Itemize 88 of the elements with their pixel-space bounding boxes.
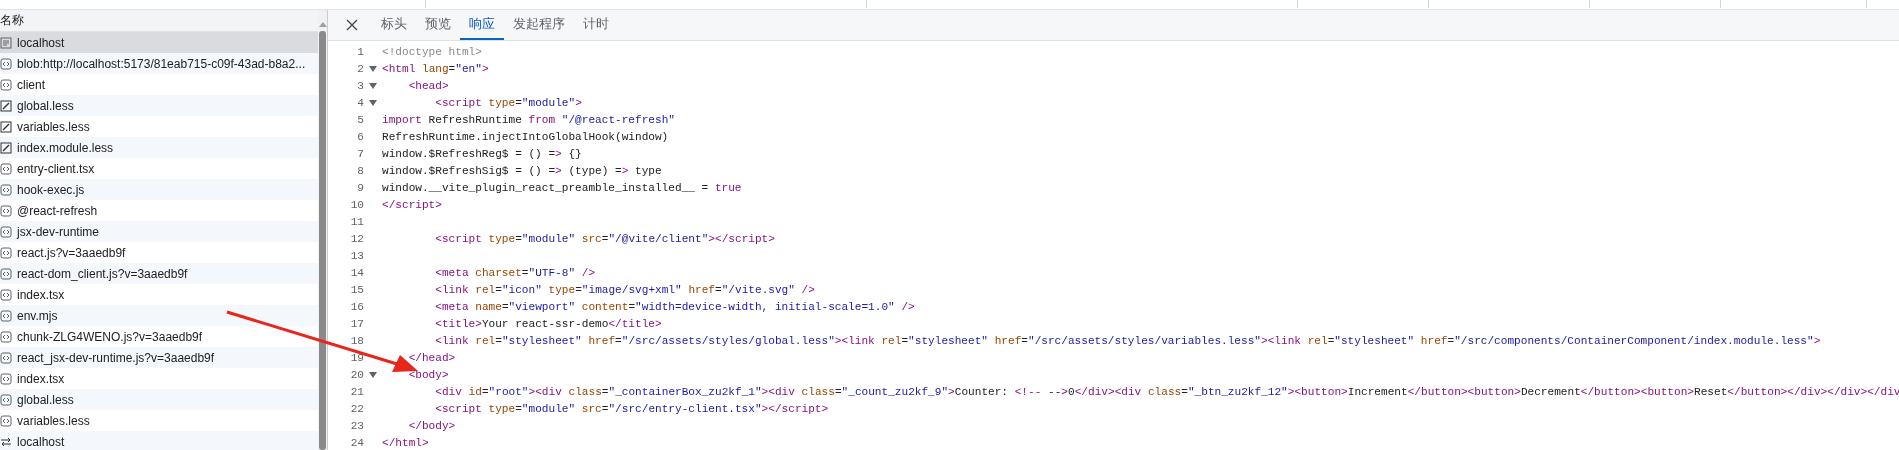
request-row[interactable]: index.module.less [0,137,318,158]
line-number: 8 [356,164,364,177]
fold-triangle-icon[interactable] [369,99,377,106]
code-line: import RefreshRuntime from "/@react-refresh" [382,113,675,126]
request-row[interactable]: jsx-dev-runtime [0,221,318,242]
line-number: 7 [356,147,364,160]
fold-triangle-icon[interactable] [369,82,377,89]
code-line: window.__vite_plugin_react_preamble_installed__ = true [382,181,742,194]
line-number: 14 [349,266,364,279]
request-row[interactable]: global.less [0,389,318,410]
request-row[interactable]: localhost [0,431,318,450]
code-icon [0,183,12,196]
edit-icon [0,120,12,133]
edit-icon [0,99,12,112]
line-number: 11 [349,215,364,228]
line-number: 19 [349,351,364,364]
code-line: RefreshRuntime.injectIntoGlobalHook(window) [382,130,669,143]
request-row[interactable]: env.mjs [0,305,318,326]
line-number: 9 [356,181,364,194]
code-line: <meta name="viewport" content="width=device-width, initial-scale=1.0" /> [434,300,915,313]
code-icon [0,204,12,217]
line-number: 18 [349,334,364,347]
request-row[interactable]: hook-exec.js [0,179,318,200]
edit-icon [0,141,12,154]
request-row[interactable]: react_jsx-dev-runtime.js?v=3aaedb9f [0,347,318,368]
scrollbar[interactable] [318,10,327,450]
line-number: 17 [349,317,364,330]
fold-triangle-icon[interactable] [369,65,377,72]
code-line: window.$RefreshSig$ = () => (type) => type [382,164,662,177]
code-icon [0,393,12,406]
line-number: 3 [356,79,364,92]
document-icon [0,36,12,49]
line-number: 10 [349,198,364,211]
code-icon [0,162,12,175]
line-number: 23 [349,419,364,432]
code-line: <script type="module" src="/src/entry-client.tsx"></script> [434,402,829,415]
code-line: <script type="module" src="/@vite/client"></script> [434,232,775,245]
request-row[interactable]: blob:http://localhost:5173/81eab715-c09f-43ad-b8a2... [0,53,318,74]
request-row[interactable]: react-dom_client.js?v=3aaedb9f [0,263,318,284]
code-icon [0,78,12,91]
code-icon [0,246,12,259]
code-icon [0,414,12,427]
line-number: 12 [349,232,364,245]
code-icon [0,225,12,238]
code-icon [0,288,12,301]
line-number: 2 [356,62,364,75]
code-icon [0,57,12,70]
line-number: 1 [356,45,364,58]
tab[interactable]: 响应 [460,10,504,40]
code-line: <link rel="stylesheet" href="/src/assets/styles/global.less"><link rel="stylesheet" href="/src/assets/styles/variables.less"><link rel="stylesheet" href="/src/components/ContainerComponent/index.module.less"> [434,334,1821,347]
code-icon [0,351,12,364]
tab[interactable]: 发起程序 [504,10,574,40]
request-row[interactable]: global.less [0,95,318,116]
code-line: <link rel="icon" type="image/svg+xml" href="/vite.svg" /> [434,283,815,296]
arrows-icon [0,435,12,448]
code-icon [0,267,12,280]
close-icon [346,19,358,31]
code-line: <title>Your react-ssr-demo</title> [434,317,662,330]
fold-triangle-icon[interactable] [369,371,377,378]
line-number: 6 [356,130,364,143]
code-line: <body> [407,368,449,381]
request-row[interactable]: localhost [0,32,318,53]
code-line: <html lang="en"> [382,62,489,75]
code-line: </head> [407,351,456,364]
code-line: </script> [382,198,442,211]
code-line: <meta charset="UTF-8" /> [434,266,596,279]
line-number: 24 [349,436,364,449]
code-line: </html> [382,436,429,449]
code-icon [0,330,12,343]
column-header[interactable]: 名称 [0,12,24,29]
line-number: 22 [349,402,364,415]
line-number: 16 [349,300,364,313]
line-number: 15 [349,283,364,296]
tab[interactable]: 计时 [574,10,618,40]
code-line: <head> [407,79,449,92]
tab[interactable]: 标头 [372,10,416,40]
code-line: </body> [407,419,456,432]
code-line: <!doctype html> [382,45,482,58]
code-line: <script type="module"> [434,96,582,109]
code-icon [0,372,12,385]
line-number: 13 [349,249,364,262]
line-number: 4 [356,96,364,109]
code-icon [0,309,12,322]
line-number: 20 [349,368,364,381]
tab[interactable]: 预览 [416,10,460,40]
code-line: window.$RefreshReg$ = () => {} [382,147,582,160]
line-number: 5 [356,113,364,126]
line-number: 21 [349,385,364,398]
